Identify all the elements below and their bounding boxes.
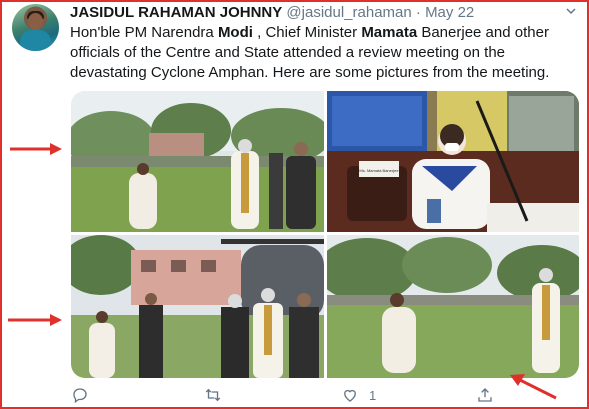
photo-grid: Ms. Mamata Banerjee [71, 91, 579, 378]
text-part: Hon'ble PM Narendra [70, 24, 218, 41]
retweet-button[interactable] [204, 386, 222, 404]
tweet-actions: 1 [0, 384, 589, 408]
heart-icon [344, 389, 356, 402]
arrow-right-icon [10, 143, 62, 155]
separator-dot: · [415, 4, 421, 21]
photo-2[interactable]: Ms. Mamata Banerjee [327, 91, 579, 232]
retweet-icon [205, 388, 221, 402]
chevron-down-icon[interactable] [566, 6, 576, 16]
text-part-bold: Modi [217, 24, 253, 41]
nameplate-text: Ms. Mamata Banerjee [359, 168, 399, 173]
like-count: 1 [369, 387, 377, 403]
tweet-date[interactable]: May 22 [425, 4, 474, 21]
photo-3[interactable] [71, 235, 324, 378]
photo-4[interactable] [327, 235, 579, 378]
tweet-text: Hon'ble PM Narendra Modi , Chief Ministe… [70, 23, 570, 83]
reply-icon [73, 388, 87, 404]
text-part: , Chief Minister [252, 24, 362, 41]
like-button[interactable]: 1 [341, 386, 376, 404]
share-icon [478, 388, 492, 402]
author-name[interactable]: JASIDUL RAHAMAN JOHNNY [70, 4, 282, 21]
photo-1[interactable] [71, 91, 324, 232]
tweet-header: JASIDUL RAHAMAN JOHNNY @jasidul_rahaman … [70, 3, 474, 23]
share-button[interactable] [476, 386, 494, 404]
avatar[interactable] [12, 4, 59, 51]
author-handle[interactable]: @jasidul_rahaman [286, 4, 411, 21]
reply-button[interactable] [71, 386, 89, 404]
text-part-bold: Mamata [361, 24, 418, 41]
arrow-right-icon [8, 314, 62, 326]
